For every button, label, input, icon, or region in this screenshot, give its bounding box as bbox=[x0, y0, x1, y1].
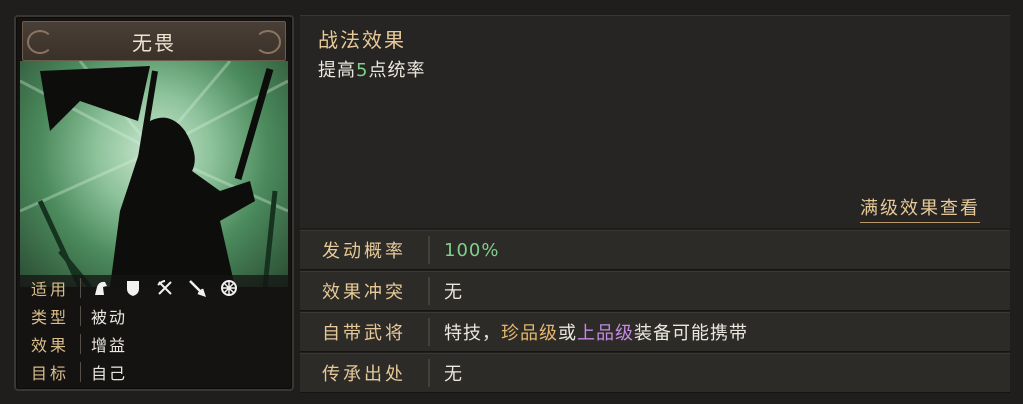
attr-value: 100% bbox=[444, 239, 500, 261]
scroll-ornament-left-icon bbox=[27, 30, 53, 54]
attr-value-part: 或 bbox=[558, 323, 577, 344]
divider bbox=[80, 278, 81, 298]
info-label: 效果 bbox=[30, 336, 69, 355]
attr-label: 发动概率 bbox=[322, 241, 406, 262]
info-value: 自己 bbox=[91, 364, 128, 383]
effect-panel: 战法效果 提高5点统率 满级效果查看 bbox=[300, 15, 1010, 228]
attr-label: 自带武将 bbox=[322, 323, 406, 344]
info-row-applicable: 适用 bbox=[20, 275, 288, 301]
unit-type-icons bbox=[91, 278, 239, 298]
info-row-type: 类型 被动 bbox=[20, 303, 288, 329]
divider bbox=[80, 306, 81, 326]
attr-value-part: 装备可能携带 bbox=[634, 323, 748, 344]
spear-icon bbox=[187, 278, 207, 298]
divider bbox=[80, 334, 81, 354]
divider bbox=[428, 359, 430, 387]
rarity-treasure-label: 珍品级 bbox=[501, 323, 558, 344]
divider bbox=[80, 362, 81, 382]
attr-label: 传承出处 bbox=[322, 364, 406, 385]
effect-desc-number: 5 bbox=[356, 60, 369, 81]
shield-icon bbox=[123, 278, 143, 298]
card-title-bar: 无畏 bbox=[22, 21, 286, 61]
attr-value: 特技，珍品级或上品级装备可能携带 bbox=[444, 319, 748, 345]
info-label: 目标 bbox=[30, 364, 69, 383]
divider bbox=[428, 277, 430, 305]
attr-label: 效果冲突 bbox=[322, 282, 406, 303]
info-row-effect: 效果 增益 bbox=[20, 331, 288, 357]
cavalry-icon bbox=[91, 278, 111, 298]
divider bbox=[428, 318, 430, 346]
attr-row-inheritance-source: 传承出处 无 bbox=[300, 353, 1010, 393]
divider bbox=[428, 236, 430, 264]
card-title: 无畏 bbox=[132, 30, 176, 55]
attr-row-innate-general: 自带武将 特技，珍品级或上品级装备可能携带 bbox=[300, 312, 1010, 352]
attr-row-trigger-rate: 发动概率 100% bbox=[300, 230, 1010, 270]
siege-wheel-icon bbox=[219, 278, 239, 298]
skill-artwork bbox=[20, 61, 288, 287]
attr-value: 无 bbox=[444, 282, 463, 303]
info-value: 增益 bbox=[91, 336, 128, 355]
attr-value: 无 bbox=[444, 364, 463, 385]
crossbow-icon bbox=[155, 278, 175, 298]
effect-description: 提高5点统率 bbox=[318, 56, 425, 82]
scroll-ornament-right-icon bbox=[255, 30, 281, 54]
effect-desc-prefix: 提高 bbox=[318, 60, 356, 81]
effect-heading: 战法效果 bbox=[318, 28, 406, 52]
info-label: 适用 bbox=[30, 280, 69, 299]
info-value: 被动 bbox=[91, 308, 128, 327]
attr-row-effect-conflict: 效果冲突 无 bbox=[300, 271, 1010, 311]
attr-value-part: 特技， bbox=[444, 323, 501, 344]
view-max-level-effect-link[interactable]: 满级效果查看 bbox=[860, 194, 980, 223]
skill-card: 无畏 适用 类型 被动 效果 增益 目标 自己 bbox=[14, 15, 294, 391]
effect-desc-suffix: 点统率 bbox=[368, 60, 426, 81]
warrior-silhouette-icon bbox=[20, 61, 288, 287]
info-row-target: 目标 自己 bbox=[20, 359, 288, 385]
card-info-panel: 适用 类型 被动 效果 增益 目标 自己 bbox=[20, 275, 288, 387]
info-label: 类型 bbox=[30, 308, 69, 327]
rarity-superior-label: 上品级 bbox=[577, 323, 634, 344]
